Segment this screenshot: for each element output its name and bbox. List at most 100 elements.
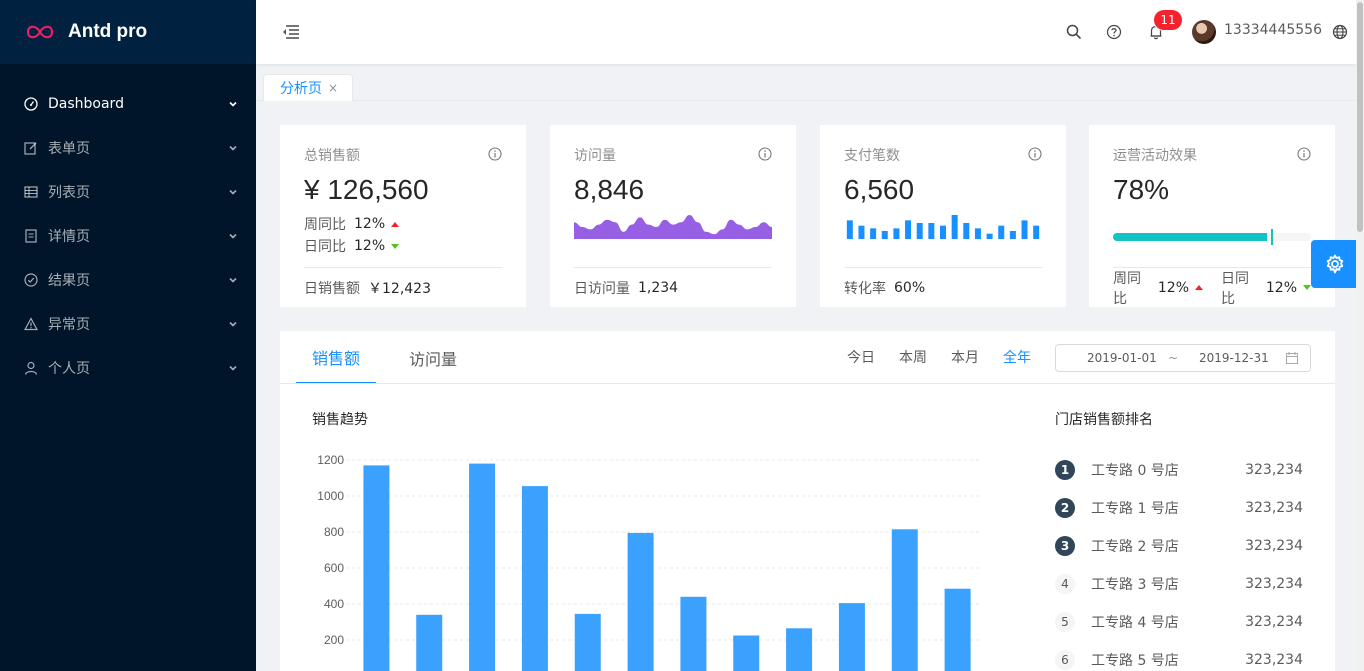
bar <box>891 529 918 671</box>
globe-icon[interactable] <box>1332 24 1348 40</box>
ranking-title: 门店销售额排名 <box>1055 412 1153 428</box>
caret-down-icon <box>1303 285 1311 290</box>
date-separator: ~ <box>1168 351 1179 365</box>
date-start[interactable]: 2019-01-01 <box>1087 351 1157 365</box>
card-footer: 日销售额 ￥12,423 <box>304 267 502 307</box>
search-icon[interactable] <box>1066 24 1082 40</box>
question-circle-icon[interactable] <box>1106 24 1122 40</box>
chart-title: 销售趋势 <box>312 412 368 428</box>
profile-icon <box>24 229 38 243</box>
card-value: 8,846 <box>574 174 645 205</box>
notification-badge: 11 <box>1154 10 1182 30</box>
sidebar-item-profile[interactable]: 详情页 <box>0 216 256 256</box>
store-sales: 323,234 <box>1245 614 1303 630</box>
info-circle-icon[interactable] <box>1028 147 1042 161</box>
card-value: ¥ 126,560 <box>304 174 429 205</box>
card-title: 总销售额 <box>304 148 360 164</box>
info-circle-icon[interactable] <box>1297 147 1311 161</box>
payments-bar-chart <box>846 215 1040 239</box>
tab-sales[interactable]: 销售额 <box>296 331 377 384</box>
bar <box>627 532 654 671</box>
store-name: 工专路 5 号店 <box>1091 653 1179 669</box>
range-month[interactable]: 本月 <box>951 347 979 367</box>
footer-value: 1,234 <box>638 279 679 296</box>
bar <box>986 233 993 239</box>
y-tick-label: 1200 <box>317 453 344 467</box>
info-circle-icon[interactable] <box>488 147 502 161</box>
scrollbar-thumb[interactable] <box>1357 2 1363 232</box>
stat-card-payments: 支付笔数 6,560 转化率 60% <box>820 125 1066 307</box>
area-series <box>574 215 772 239</box>
sidebar-item-account[interactable]: 个人页 <box>0 348 256 388</box>
sidebar-item-dashboard[interactable]: Dashboard <box>0 84 256 124</box>
store-sales: 323,234 <box>1245 576 1303 592</box>
page-scrollbar[interactable] <box>1356 0 1364 671</box>
top-header: 11 13334445556 <box>256 0 1364 64</box>
username[interactable]: 13334445556 <box>1224 22 1322 38</box>
bar <box>1009 231 1016 239</box>
sidebar-item-result[interactable]: 结果页 <box>0 260 256 300</box>
range-week[interactable]: 本周 <box>899 347 927 367</box>
trend-label: 周同比 <box>304 217 346 233</box>
trend-label: 周同比 <box>1113 270 1141 307</box>
range-today[interactable]: 今日 <box>847 347 875 367</box>
rank-number: 5 <box>1055 612 1075 632</box>
date-end[interactable]: 2019-12-31 <box>1199 351 1269 365</box>
tab-visits[interactable]: 访问量 <box>393 331 473 384</box>
logo[interactable]: Antd pro <box>0 0 256 64</box>
footer-value: 60% <box>894 279 926 296</box>
menu-fold-icon[interactable] <box>280 22 300 42</box>
bar <box>363 465 390 671</box>
close-icon[interactable]: × <box>328 81 338 95</box>
card-value: 6,560 <box>844 174 915 205</box>
rank-number: 2 <box>1055 498 1075 518</box>
bar <box>916 223 923 239</box>
rank-number: 4 <box>1055 574 1075 594</box>
y-tick-label: 800 <box>324 525 344 539</box>
trend-value: 12% <box>354 216 386 232</box>
date-range-picker[interactable]: 2019-01-01 ~ 2019-12-31 <box>1055 344 1311 372</box>
caret-up-icon <box>1195 285 1203 290</box>
sidebar-item-label: 异常页 <box>48 317 90 333</box>
info-circle-icon[interactable] <box>758 147 772 161</box>
rank-number: 6 <box>1055 650 1075 670</box>
progress-fill <box>1113 233 1268 241</box>
store-sales: 323,234 <box>1245 652 1303 668</box>
trend-label: 日同比 <box>304 239 346 255</box>
side-menu: Dashboard 表单页 列表页 详情页 结果页 异常页 个人页 <box>0 64 256 388</box>
card-progress <box>1113 213 1311 259</box>
sidebar-item-form[interactable]: 表单页 <box>0 128 256 168</box>
sidebar-item-list[interactable]: 列表页 <box>0 172 256 212</box>
sidebar-item-exception[interactable]: 异常页 <box>0 304 256 344</box>
bar <box>574 613 601 671</box>
card-chart <box>574 213 772 259</box>
tab-label: 分析页 <box>280 81 322 97</box>
trend-value: 12% <box>1157 279 1189 296</box>
dashboard-icon <box>24 97 38 111</box>
footer-label: 日访问量 <box>574 280 630 297</box>
avatar[interactable] <box>1192 20 1216 44</box>
brand-name: Antd pro <box>68 21 148 42</box>
bar <box>786 628 813 671</box>
chevron-down-icon <box>229 189 237 195</box>
gear-icon <box>1326 254 1344 274</box>
tab-analysis[interactable]: 分析页 × <box>263 74 354 101</box>
bar <box>963 223 970 239</box>
list-item: 5 工专路 4 号店 323,234 <box>1055 603 1303 641</box>
bar <box>469 463 496 671</box>
stat-card-total-sales: 总销售额 ¥ 126,560 周同比 12% 日同比 12% 日销售额 ￥12,… <box>280 125 526 307</box>
range-year[interactable]: 全年 <box>1003 347 1031 367</box>
bar <box>1021 220 1028 239</box>
sales-tabs: 销售额 访问量 <box>296 331 490 384</box>
footer-label: 转化率 <box>844 280 886 297</box>
chevron-down-icon <box>229 101 237 107</box>
card-footer: 日访问量 1,234 <box>574 267 772 307</box>
sidebar-item-label: 列表页 <box>48 185 90 201</box>
card-value: 78% <box>1113 174 1170 205</box>
warning-icon <box>24 317 38 331</box>
tabs-divider <box>280 383 1335 384</box>
settings-drawer-button[interactable] <box>1311 240 1359 288</box>
caret-up-icon <box>391 221 400 227</box>
card-title: 访问量 <box>574 148 616 164</box>
sidebar-item-label: 个人页 <box>48 361 90 377</box>
